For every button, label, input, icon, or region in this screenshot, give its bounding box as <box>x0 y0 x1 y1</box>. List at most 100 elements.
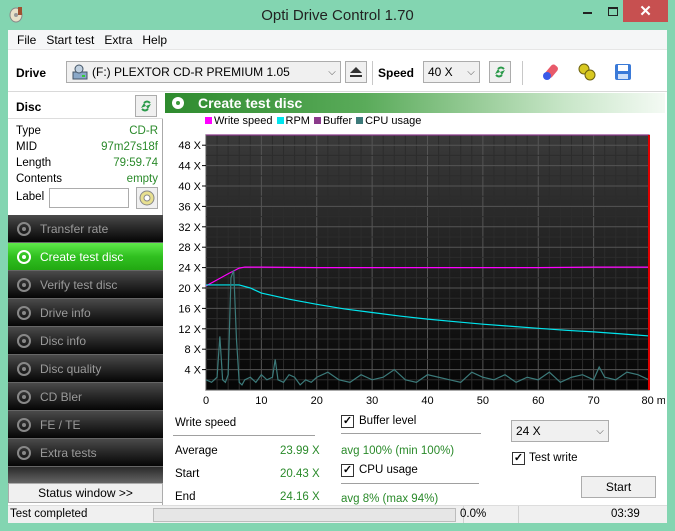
speed-select[interactable]: 40 X ⌵ <box>423 61 480 83</box>
nav-item-label: Create test disc <box>40 249 124 264</box>
disc-icon <box>139 190 155 206</box>
speed-chart: 4 X 8 X 12 X 16 X 20 X 24 X 28 X 32 X 36 X 40 X 44… <box>178 134 665 407</box>
x-tick-label: 30 <box>366 395 378 407</box>
cpu-usage-value: avg 8% (max 94%) <box>341 493 439 505</box>
legend-item: Write speed <box>205 115 273 127</box>
x-tick-label: 40 <box>421 395 433 407</box>
nav-item-disc-quality[interactable]: Disc quality <box>8 355 163 383</box>
client-area: File Start test Extra Help Drive (F:) PL… <box>8 30 667 523</box>
x-tick-label: 20 <box>311 395 323 407</box>
cpu-usage-checkbox[interactable]: ✓ <box>341 464 354 477</box>
legend-label: Buffer <box>322 115 353 127</box>
legend-swatch <box>205 117 212 124</box>
write-speed-select-value: 24 X <box>516 424 541 438</box>
nav-item-label: Disc info <box>40 333 87 348</box>
write-speed-select[interactable]: 24 X ⌵ <box>511 420 609 442</box>
start-button[interactable]: Start <box>581 476 656 498</box>
menu-help[interactable]: Help <box>137 33 172 47</box>
test-write-checkbox[interactable]: ✓ <box>512 452 525 465</box>
y-tick-label: 20 X <box>178 283 201 295</box>
drive-label: Drive <box>16 66 47 80</box>
buffer-level-checkbox[interactable]: ✓ <box>341 415 354 428</box>
close-button[interactable]: ✕ <box>623 0 668 22</box>
minimize-icon <box>582 12 592 14</box>
nav-item-create-test-disc[interactable]: Create test disc <box>8 243 163 271</box>
drive-select[interactable]: (F:) PLEXTOR CD-R PREMIUM 1.05 ⌵ <box>66 61 341 83</box>
menu-file[interactable]: File <box>12 33 41 47</box>
legend-label: CPU usage <box>365 115 422 127</box>
nav-item-label: Disc quality <box>40 361 102 376</box>
x-tick-label: 70 <box>588 395 600 407</box>
start-value: 20.43 X <box>280 468 320 480</box>
refresh-speed-button[interactable] <box>489 61 511 83</box>
nav-item-verify-test-disc[interactable]: Verify test disc <box>8 271 163 299</box>
disc-title: Disc <box>16 100 42 114</box>
y-tick-label: 16 X <box>178 303 201 315</box>
nav-item-extra-tests[interactable]: Extra tests <box>8 439 163 467</box>
panel-header: Create test disc <box>165 93 665 113</box>
drive-icon <box>72 64 88 80</box>
disc-gear-icon <box>16 417 32 433</box>
disc-label-input[interactable] <box>49 188 129 208</box>
end-key: End <box>175 491 196 503</box>
drive-value: (F:) PLEXTOR CD-R PREMIUM 1.05 <box>92 65 290 79</box>
nav-item-disc-info[interactable]: Disc info <box>8 327 163 355</box>
x-tick-label: 10 <box>255 395 267 407</box>
disc-gear-icon <box>16 221 32 237</box>
disc-refresh-button[interactable] <box>135 95 157 117</box>
status-window-button[interactable]: Status window >> <box>8 483 163 503</box>
maximize-icon <box>608 6 618 16</box>
minimize-button[interactable] <box>574 0 600 22</box>
y-tick-label: 48 X <box>178 140 201 152</box>
erase-button[interactable] <box>540 61 562 83</box>
test-nav: Transfer rate Create test disc Verify test… <box>8 215 163 493</box>
disc-gear-icon <box>16 445 32 461</box>
settings-icon <box>578 63 596 81</box>
end-value: 24.16 X <box>280 491 320 503</box>
y-tick-label: 28 X <box>178 242 201 254</box>
y-tick-label: 44 X <box>178 161 201 173</box>
legend-swatch <box>313 117 321 124</box>
menu-extra[interactable]: Extra <box>99 33 137 47</box>
x-tick-label: 50 <box>477 395 489 407</box>
menu-start-test[interactable]: Start test <box>41 33 99 47</box>
nav-item-cd-bler[interactable]: CD Bler <box>8 383 163 411</box>
disc-label-button[interactable] <box>136 187 158 209</box>
title-bar: Opti Drive Control 1.70 ✕ <box>0 0 675 30</box>
nav-item-transfer-rate[interactable]: Transfer rate <box>8 215 163 243</box>
nav-item-label: Extra tests <box>40 445 97 460</box>
buffer-level-value: avg 100% (min 100%) <box>341 445 455 457</box>
disc-gear-icon <box>16 305 32 321</box>
x-tick-label: 0 <box>203 395 209 407</box>
disc-header: Disc <box>8 93 163 119</box>
speed-label: Speed <box>378 66 415 80</box>
disc-mid-row: MID 97m27s18f <box>16 141 158 153</box>
eject-button[interactable] <box>345 61 367 83</box>
y-tick-label: 12 X <box>178 324 201 336</box>
disc-gear-icon <box>16 277 32 293</box>
progress-text: 0.0% <box>460 508 487 520</box>
save-icon <box>615 64 631 80</box>
settings-button[interactable] <box>576 61 598 83</box>
legend-label: RPM <box>285 115 310 127</box>
nav-item-label: Verify test disc <box>40 277 118 292</box>
legend-swatch <box>356 117 364 124</box>
panel-title: Create test disc <box>198 95 303 111</box>
disc-gear-icon <box>16 333 32 349</box>
nav-item-label: Transfer rate <box>40 221 109 236</box>
menu-bar: File Start test Extra Help <box>8 30 667 50</box>
y-tick-label: 8 X <box>184 344 201 356</box>
stats-panel: Write speed Average 23.99 X Start 20.43 … <box>165 408 665 505</box>
chevron-down-icon: ⌵ <box>596 425 604 437</box>
speed-value: 40 X <box>428 65 453 79</box>
buffer-level-label: Buffer level <box>359 415 417 427</box>
legend-swatch <box>276 117 284 124</box>
nav-item-label: Drive info <box>40 305 91 320</box>
average-key: Average <box>175 445 218 457</box>
save-button[interactable] <box>612 61 634 83</box>
close-icon: ✕ <box>639 3 652 20</box>
nav-item-fe-te[interactable]: FE / TE <box>8 411 163 439</box>
nav-item-drive-info[interactable]: Drive info <box>8 299 163 327</box>
start-key: Start <box>175 468 200 480</box>
legend-item: CPU usage <box>356 115 421 127</box>
